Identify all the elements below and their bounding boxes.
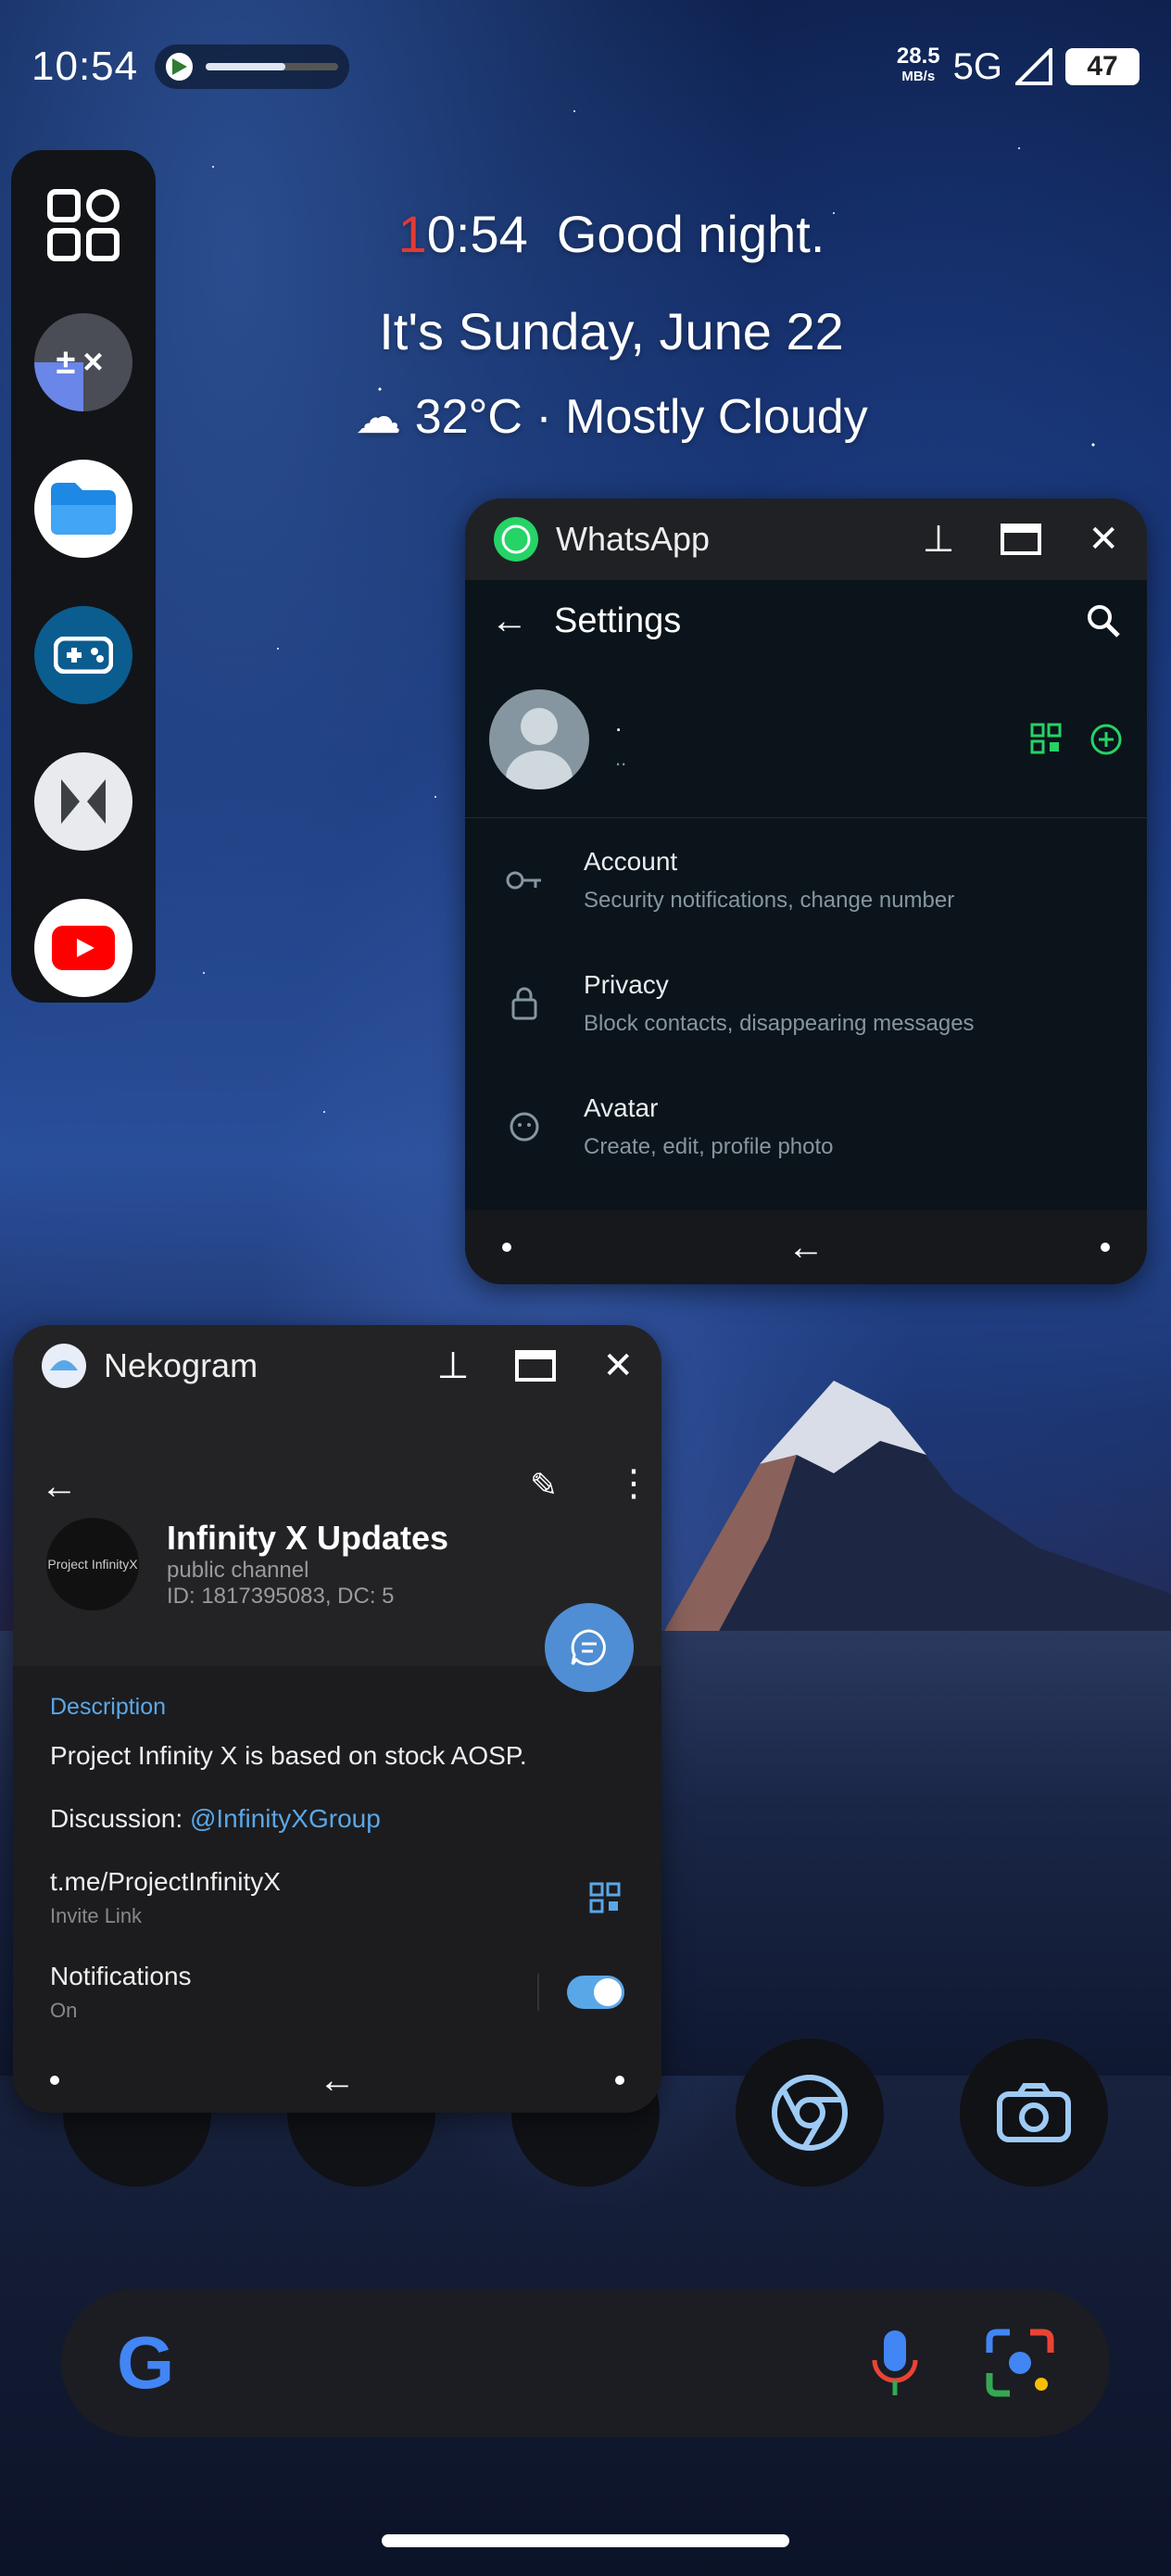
maximize-icon[interactable] <box>515 1350 557 1382</box>
channel-id: ID: 1817395083, DC: 5 <box>167 1584 395 1609</box>
nav-dot-left[interactable] <box>502 1243 511 1252</box>
qr-code-icon[interactable] <box>1030 723 1062 754</box>
media-progress-fill <box>206 63 286 70</box>
widget-weather: ☁ 32°C · Mostly Cloudy <box>355 390 868 444</box>
add-circle-icon[interactable] <box>1089 723 1123 756</box>
description-label: Description <box>50 1694 167 1720</box>
notifications-row[interactable]: Notifications On <box>50 1962 624 2023</box>
status-time: 10:54 <box>31 44 139 89</box>
whatsapp-screen-title: Settings <box>554 600 682 640</box>
nekogram-window[interactable]: Nekogram ⊥ ✕ ← ✎ ⋮ Project InfinityX Inf… <box>13 1325 661 2113</box>
google-g-icon[interactable]: G <box>117 2320 174 2406</box>
clock-widget[interactable]: 10:54 Good night. It's Sunday, June 22 ☁… <box>296 204 926 445</box>
media-pill[interactable] <box>155 44 350 89</box>
settings-item-avatar[interactable]: Avatar Create, edit, profile photo <box>465 1065 1147 1188</box>
notifications-toggle[interactable] <box>567 1976 624 2009</box>
play-store-icon <box>166 53 194 81</box>
whatsapp-titlebar[interactable]: WhatsApp ⊥ ✕ <box>465 499 1147 580</box>
channel-name: Infinity X Updates <box>167 1519 449 1557</box>
mountain-wallpaper <box>648 1381 1171 1659</box>
whatsapp-window[interactable]: WhatsApp ⊥ ✕ ← Settings . .. Account Secu… <box>465 499 1147 1284</box>
net-speed: 28.5 MB/s <box>896 44 940 85</box>
status-bar: 10:54 28.5 MB/s 5G 47 <box>31 37 1140 96</box>
gesture-bar[interactable] <box>382 2534 789 2547</box>
sidebar-dock: ±× <box>11 150 156 1003</box>
camera-icon[interactable] <box>960 2039 1108 2187</box>
discussion-link[interactable]: @InfinityXGroup <box>190 1804 381 1833</box>
invite-link: t.me/ProjectInfinityX <box>50 1867 281 1896</box>
nav-dot-left[interactable] <box>50 2076 59 2085</box>
channel-logo: Project InfinityX <box>46 1518 139 1610</box>
network-type: 5G <box>952 45 1002 87</box>
profile-name: . <box>615 708 623 737</box>
lock-icon <box>502 987 547 1020</box>
notifications-state: On <box>50 1999 78 2022</box>
app-icon[interactable] <box>34 752 132 851</box>
qr-code-icon[interactable] <box>589 1882 621 1913</box>
nav-back-icon[interactable]: ← <box>787 1227 825 1269</box>
whatsapp-appbar: ← Settings <box>465 580 1147 662</box>
description-text: Project Infinity X is based on stock AOS… <box>50 1741 527 1770</box>
whatsapp-nav-bar: ← <box>465 1210 1147 1284</box>
nav-dot-right[interactable] <box>615 2076 624 2085</box>
nekogram-icon <box>42 1344 86 1388</box>
avatar-face-icon <box>502 1111 547 1143</box>
widget-date: It's Sunday, June 22 <box>379 302 844 360</box>
signal-icon <box>1015 48 1052 85</box>
profile-status: .. <box>615 746 627 770</box>
nav-dot-right[interactable] <box>1101 1243 1110 1252</box>
game-controller-icon[interactable] <box>34 606 132 704</box>
notifications-label: Notifications <box>50 1962 192 1990</box>
settings-item-account[interactable]: Account Security notifications, change nu… <box>465 818 1147 941</box>
whatsapp-profile-row[interactable]: . .. <box>465 662 1147 818</box>
more-vert-icon[interactable]: ⋮ <box>615 1462 652 1505</box>
close-icon[interactable]: ✕ <box>1088 518 1119 561</box>
discussion-fab[interactable] <box>545 1603 634 1692</box>
close-icon[interactable]: ✕ <box>602 1345 634 1387</box>
pin-icon[interactable]: ⊥ <box>923 518 955 561</box>
invite-link-row[interactable]: t.me/ProjectInfinityX Invite Link <box>50 1867 624 1928</box>
nav-back-icon[interactable]: ← <box>319 2060 356 2102</box>
maximize-icon[interactable] <box>1001 524 1042 555</box>
key-icon <box>502 869 547 891</box>
calculator-icon[interactable]: ±× <box>34 313 132 411</box>
discussion-row: Discussion: @InfinityXGroup <box>50 1804 381 1833</box>
back-arrow-icon[interactable]: ← <box>41 1466 78 1508</box>
search-icon[interactable] <box>1086 603 1121 638</box>
microphone-icon[interactable] <box>869 2329 921 2397</box>
widget-greeting-line: 10:54 Good night. <box>397 205 825 263</box>
google-lens-icon[interactable] <box>986 2329 1054 2397</box>
grid-icon[interactable] <box>34 176 132 274</box>
edit-pencil-icon[interactable]: ✎ <box>530 1466 558 1505</box>
pin-icon[interactable]: ⊥ <box>437 1345 470 1387</box>
files-icon[interactable] <box>34 460 132 558</box>
chat-bubble-icon <box>571 1629 606 1666</box>
invite-link-label: Invite Link <box>50 1904 143 1927</box>
nekogram-nav-bar: ← <box>13 2048 661 2113</box>
nekogram-titlebar[interactable]: Nekogram ⊥ ✕ <box>13 1325 661 1407</box>
whatsapp-title: WhatsApp <box>556 520 711 558</box>
google-search-bar[interactable]: G <box>61 2289 1110 2437</box>
moon-cloud-icon: ☁ <box>355 391 402 443</box>
youtube-icon[interactable] <box>34 899 132 997</box>
nekogram-title: Nekogram <box>104 1346 258 1384</box>
chrome-icon[interactable] <box>736 2039 884 2187</box>
avatar <box>489 689 589 789</box>
settings-item-privacy[interactable]: Privacy Block contacts, disappearing mess… <box>465 941 1147 1065</box>
battery-icon: 47 <box>1065 48 1140 85</box>
channel-info: Description Project Infinity X is based … <box>13 1666 661 2051</box>
media-progress-bar <box>206 63 339 70</box>
channel-type: public channel <box>167 1558 309 1583</box>
back-arrow-icon[interactable]: ← <box>491 600 528 642</box>
whatsapp-icon <box>494 517 538 562</box>
